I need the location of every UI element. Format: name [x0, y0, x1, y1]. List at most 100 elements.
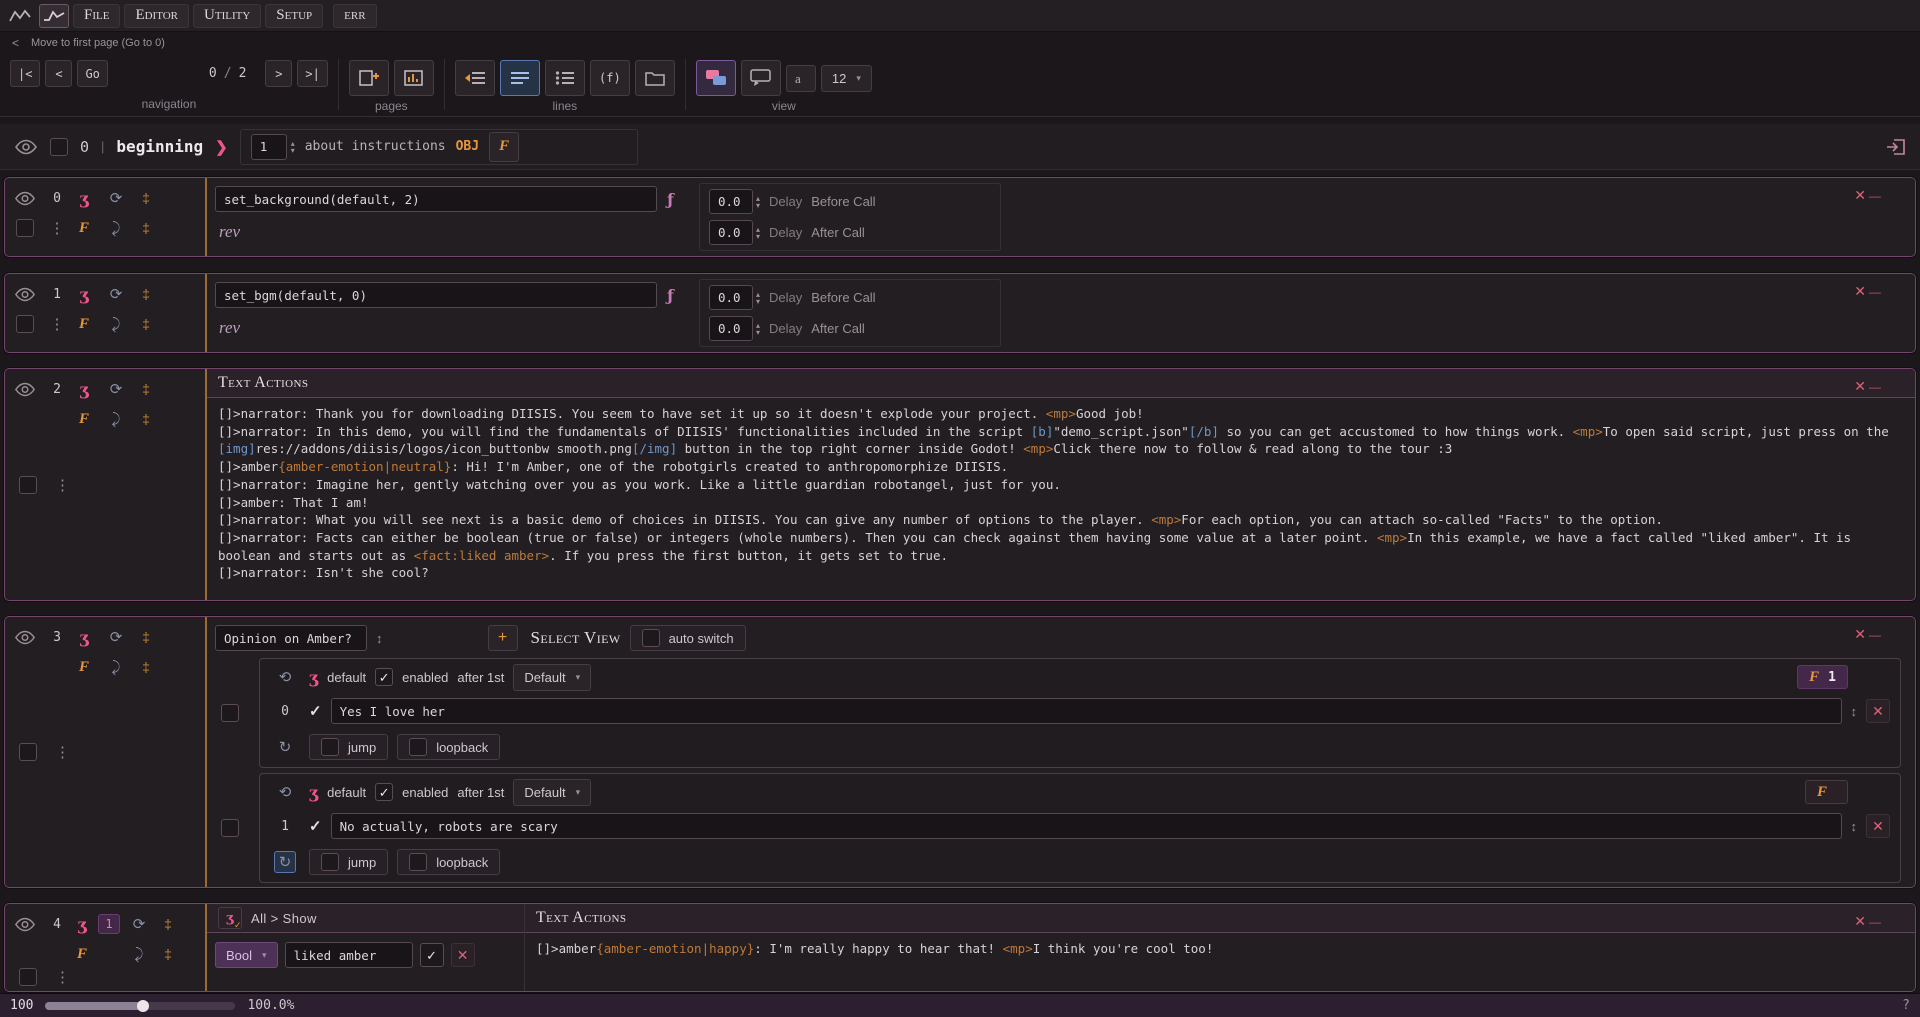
insert-line-above-icon[interactable]: ‡	[142, 381, 150, 397]
function-button[interactable]: (f)	[589, 60, 630, 96]
delete-line-button[interactable]: ✕ —	[1854, 626, 1881, 643]
menu-file[interactable]: File	[73, 3, 121, 28]
dialogue-text[interactable]: []>narrator: Thank you for downloading D…	[207, 398, 1915, 589]
line-list-selected-icon[interactable]	[499, 60, 540, 96]
drag-handle-icon[interactable]: ⋮	[55, 743, 70, 761]
jump-checkbox[interactable]	[321, 853, 339, 871]
line-select-checkbox[interactable]	[19, 743, 37, 761]
line-visibility-e­ye-icon[interactable]	[14, 630, 36, 645]
font-size-dropdown[interactable]: 12 ▾	[820, 64, 872, 92]
line-visibility-eye-icon[interactable]	[14, 382, 36, 397]
delete-line-button[interactable]: ✕ —	[1854, 187, 1881, 204]
choice-loop-end-icon[interactable]: ↻	[273, 851, 297, 873]
page-visibility-eye-icon[interactable]	[14, 139, 38, 155]
jump-checkbox[interactable]	[321, 738, 339, 756]
add-choice-button[interactable]: +	[487, 625, 518, 651]
facts-icon[interactable]: F	[79, 220, 89, 237]
next-page-button[interactable]: >	[265, 60, 293, 87]
folder-icon[interactable]	[634, 60, 675, 96]
delete-choice-button[interactable]: ✕	[1866, 814, 1890, 838]
last-page-button[interactable]: >|	[297, 60, 328, 87]
insert-line-above-icon[interactable]: ‡	[142, 286, 150, 302]
delete-line-button[interactable]: ✕ —	[1854, 913, 1881, 930]
insert-line-above-icon[interactable]: ‡	[164, 916, 172, 932]
delay-after-spinner[interactable]: ▴ ▾	[756, 321, 760, 336]
delay-after-spinner[interactable]: ▴ ▾	[756, 225, 760, 240]
jump-icon[interactable]: ⤸	[134, 946, 143, 963]
delay-after-input[interactable]	[709, 220, 753, 245]
zigzag-chart-icon[interactable]	[5, 4, 35, 28]
choice-type-icon[interactable]: ʒ	[309, 668, 318, 687]
back-icon[interactable]: <	[12, 36, 19, 50]
insert-line-below-icon[interactable]: ‡	[142, 411, 150, 427]
jump-toggle[interactable]: jump	[309, 734, 389, 760]
choice-text-input[interactable]	[330, 698, 1842, 724]
loopback-checkbox[interactable]	[409, 738, 428, 756]
choice-title-input[interactable]	[215, 625, 367, 651]
loop-icon[interactable]: ⟳	[133, 915, 146, 933]
line-select-checkbox[interactable]	[19, 475, 37, 494]
insert-line-below-icon[interactable]: ‡	[142, 316, 150, 332]
add-page-icon[interactable]	[348, 60, 389, 96]
facts-icon[interactable]: F	[77, 946, 87, 963]
menu-err[interactable]: err	[333, 3, 377, 28]
line-type-icon[interactable]: ʒ	[79, 628, 88, 647]
auto-switch-checkbox[interactable]	[641, 629, 660, 647]
line-type-icon[interactable]: ʒ	[79, 189, 88, 208]
line-visibility-eye-icon[interactable]	[14, 917, 36, 932]
line-chart-icon[interactable]	[39, 3, 69, 28]
jump-icon[interactable]: ⤸	[111, 659, 120, 676]
fact-value-checkbox[interactable]: ✓	[419, 943, 444, 967]
loop-icon[interactable]: ⟳	[110, 628, 123, 646]
reorder-icon[interactable]: ↕	[1851, 819, 1858, 834]
line-type-icon[interactable]: ʒ	[79, 285, 88, 304]
insert-line-below-icon[interactable]: ‡	[164, 946, 172, 962]
reorder-icon[interactable]: ↕	[376, 631, 383, 646]
insert-line-above-icon[interactable]: ‡	[142, 629, 150, 645]
fact-name-input[interactable]	[284, 942, 413, 968]
dialogue-text[interactable]: []>amber{amber-emotion|happy}: I'm reall…	[525, 933, 1915, 965]
reorder-icon[interactable]: ↕	[1851, 704, 1858, 719]
choice-select-checkbox[interactable]	[221, 704, 239, 722]
help-icon[interactable]: ?	[1902, 998, 1910, 1013]
delay-before-spinner[interactable]: ▴ ▾	[756, 194, 760, 209]
loopback-checkbox[interactable]	[409, 853, 428, 871]
function-call-input[interactable]	[215, 282, 657, 308]
choice-facts-badge[interactable]: F	[1804, 780, 1848, 804]
go-button[interactable]: Go	[77, 60, 108, 87]
delete-line-button[interactable]: ✕ —	[1854, 283, 1881, 300]
line-select-checkbox[interactable]	[19, 968, 37, 986]
loop-icon[interactable]: ⟳	[110, 380, 123, 398]
delete-condition-button[interactable]: ✕	[450, 943, 475, 967]
line-type-icon[interactable]: ʒ	[77, 915, 86, 934]
condition-icon[interactable]: ʒ ✓	[218, 907, 242, 930]
choice-behavior-dropdown[interactable]: Default ▾	[513, 778, 592, 806]
jump-icon[interactable]: ⤸	[111, 316, 120, 333]
enabled-checkbox[interactable]: ✓	[375, 783, 394, 801]
insert-line-icon[interactable]	[454, 60, 495, 96]
line-dots-icon[interactable]	[544, 60, 585, 96]
line-number-input[interactable]	[250, 133, 287, 160]
condition-path[interactable]: All > Show	[251, 911, 317, 926]
page-overview-icon[interactable]	[393, 60, 434, 96]
menu-utility[interactable]: Utility	[193, 3, 262, 28]
fact-type-dropdown[interactable]: Bool ▾	[215, 942, 278, 968]
line-visibility-eye-icon[interactable]	[14, 287, 36, 302]
function-icon[interactable]: ƒ	[667, 286, 674, 305]
loopback-toggle[interactable]: loopback	[397, 734, 501, 760]
delete-choice-button[interactable]: ✕	[1866, 699, 1890, 723]
menu-editor[interactable]: Editor	[124, 3, 190, 28]
choice-type-icon[interactable]: ʒ	[309, 783, 318, 802]
jump-toggle[interactable]: jump	[309, 849, 389, 875]
line-select-checkbox[interactable]	[16, 219, 34, 237]
choice-facts-badge[interactable]: F 1	[1797, 665, 1848, 689]
speech-bubble-edit-icon[interactable]	[740, 60, 781, 96]
line-visibility-eye-icon[interactable]	[14, 191, 36, 206]
choice-loop-start-icon[interactable]: ⟲	[270, 668, 300, 686]
line-number-spinner[interactable]: ▴ ▾	[291, 139, 295, 154]
choice-select-checkbox[interactable]	[221, 819, 239, 837]
jump-icon[interactable]: ⤸	[111, 411, 120, 428]
nav-hint-label[interactable]: Move to first page (Go to 0)	[31, 37, 165, 49]
drag-handle-icon[interactable]: ⋮	[55, 968, 70, 986]
line-select-checkbox[interactable]	[16, 315, 34, 333]
